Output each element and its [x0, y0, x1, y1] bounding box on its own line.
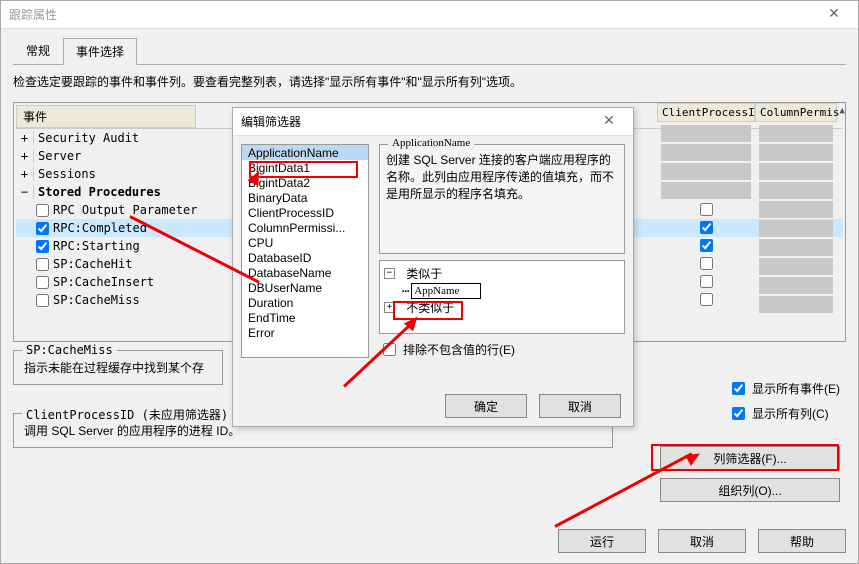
list-item[interactable]: ClientProcessID [242, 205, 368, 220]
status-text: 指示未能在过程缓存中找到某个存 [24, 361, 204, 375]
edit-filter-dialog: 编辑筛选器 ✕ ApplicationName BigintData1 Bigi… [232, 107, 634, 427]
description-legend: ApplicationName [388, 137, 474, 149]
dialog-cancel-button[interactable]: 取消 [539, 394, 621, 418]
column-filter-button[interactable]: 列筛选器(F)... [660, 446, 840, 470]
list-item[interactable]: DBUserName [242, 280, 368, 295]
cell-disabled [759, 163, 833, 180]
expand-icon[interactable]: + [16, 131, 34, 145]
tree-like-label[interactable]: 类似于 [406, 265, 442, 282]
show-all-events-checkbox[interactable] [732, 382, 745, 395]
list-item[interactable]: Duration [242, 295, 368, 310]
list-item[interactable]: BinaryData [242, 190, 368, 205]
scroll-right-icon[interactable]: ▲ [839, 106, 844, 119]
event-item-label[interactable]: RPC:Starting [53, 239, 140, 253]
exclude-empty-checkbox[interactable] [383, 343, 396, 356]
cell-disabled [661, 144, 751, 161]
cancel-button[interactable]: 取消 [658, 529, 746, 553]
tab-general[interactable]: 常规 [13, 37, 63, 64]
show-all-columns-label: 显示所有列(C) [752, 405, 829, 422]
grid-checkbox[interactable] [700, 239, 713, 252]
description-text: 创建 SQL Server 连接的客户端应用程序的名称。此列由应用程序传递的值填… [386, 153, 614, 201]
cell-disabled [661, 125, 751, 142]
grid-checkbox[interactable] [700, 221, 713, 234]
expand-icon[interactable]: + [16, 167, 34, 181]
list-item[interactable]: ColumnPermissi... [242, 220, 368, 235]
tree-notlike-label[interactable]: 不类似于 [406, 299, 454, 316]
tab-events[interactable]: 事件选择 [63, 38, 137, 65]
cell-disabled [661, 163, 751, 180]
cell-disabled [759, 144, 833, 161]
event-item-label[interactable]: RPC Output Parameter [53, 203, 198, 217]
list-item[interactable]: BigintData2 [242, 175, 368, 190]
dialog-close-icon[interactable]: ✕ [593, 112, 625, 132]
grid-checkbox[interactable] [700, 293, 713, 306]
cell-disabled [759, 201, 833, 218]
list-item[interactable]: DatabaseID [242, 250, 368, 265]
list-item[interactable]: DatabaseName [242, 265, 368, 280]
main-window-title: 跟踪属性 [9, 6, 818, 23]
col-header-colperm[interactable]: ColumnPermis [760, 106, 839, 119]
event-checkbox-sp-cachehit[interactable] [36, 258, 49, 271]
description-box: ApplicationName 创建 SQL Server 连接的客户端应用程序… [379, 144, 625, 254]
cell-disabled [759, 277, 833, 294]
list-item[interactable]: EndTime [242, 310, 368, 325]
cell-disabled [759, 258, 833, 275]
event-item-label[interactable]: RPC:Completed [53, 221, 147, 235]
tree-collapse-icon[interactable]: − [384, 268, 395, 279]
event-checkbox-sp-cachemiss[interactable] [36, 294, 49, 307]
organize-columns-button[interactable]: 组织列(O)... [660, 478, 840, 502]
help-button[interactable]: 帮助 [758, 529, 846, 553]
filter-text: 调用 SQL Server 的应用程序的进程 ID。 [24, 424, 240, 438]
list-item[interactable]: BigintData1 [242, 160, 368, 175]
collapse-icon[interactable]: − [16, 185, 34, 199]
dialog-titlebar[interactable]: 编辑筛选器 ✕ [233, 108, 633, 136]
exclude-empty-label: 排除不包含值的行(E) [403, 341, 515, 358]
event-checkbox-rpc-completed[interactable] [36, 222, 49, 235]
cell-disabled [759, 182, 833, 199]
column-list[interactable]: ApplicationName BigintData1 BigintData2 … [241, 144, 369, 358]
status-legend: SP:CacheMiss [22, 343, 117, 357]
event-item-label[interactable]: SP:CacheMiss [53, 293, 140, 307]
status-description-group: SP:CacheMiss 指示未能在过程缓存中找到某个存 [13, 350, 223, 385]
event-checkbox-sp-cacheinsert[interactable] [36, 276, 49, 289]
tree-expand-icon[interactable]: + [384, 302, 395, 313]
cell-disabled [759, 220, 833, 237]
expand-icon[interactable]: + [16, 149, 34, 163]
display-options: 显示所有事件(E) 显示所有列(C) [728, 379, 840, 423]
cell-disabled [759, 296, 833, 313]
list-item[interactable]: ApplicationName [242, 145, 368, 160]
cell-disabled [759, 239, 833, 256]
col-header-events[interactable]: 事件 [16, 105, 196, 128]
run-button[interactable]: 运行 [558, 529, 646, 553]
tab-bar: 常规 事件选择 [13, 37, 846, 65]
main-titlebar[interactable]: 跟踪属性 ✕ [1, 1, 858, 29]
grid-checkbox[interactable] [700, 275, 713, 288]
instruction-text: 检查选定要跟踪的事件和事件列。要查看完整列表，请选择"显示所有事件"和"显示所有… [13, 73, 846, 90]
list-item[interactable]: CPU [242, 235, 368, 250]
show-all-columns-checkbox[interactable] [732, 407, 745, 420]
event-checkbox-rpc-starting[interactable] [36, 240, 49, 253]
show-all-events-label: 显示所有事件(E) [752, 380, 840, 397]
grid-checkbox[interactable] [700, 257, 713, 270]
event-checkbox-rpc-output[interactable] [36, 204, 49, 217]
col-header-clientprocessid[interactable]: ClientProcessID [657, 103, 755, 122]
event-item-label[interactable]: SP:CacheHit [53, 257, 132, 271]
list-item[interactable]: Error [242, 325, 368, 340]
cell-disabled [759, 125, 833, 142]
filter-tree: − 类似于 ⋯ + 不类似于 [379, 260, 625, 334]
filter-value-input[interactable] [411, 283, 481, 299]
grid-checkbox[interactable] [700, 203, 713, 216]
right-columns: ClientProcessID Colu [657, 103, 837, 314]
close-icon[interactable]: ✕ [818, 5, 850, 25]
event-item-label[interactable]: SP:CacheInsert [53, 275, 154, 289]
filter-legend: ClientProcessID (未应用筛选器) [22, 406, 232, 423]
dialog-ok-button[interactable]: 确定 [445, 394, 527, 418]
dialog-title: 编辑筛选器 [241, 113, 593, 130]
cell-disabled [661, 182, 751, 199]
